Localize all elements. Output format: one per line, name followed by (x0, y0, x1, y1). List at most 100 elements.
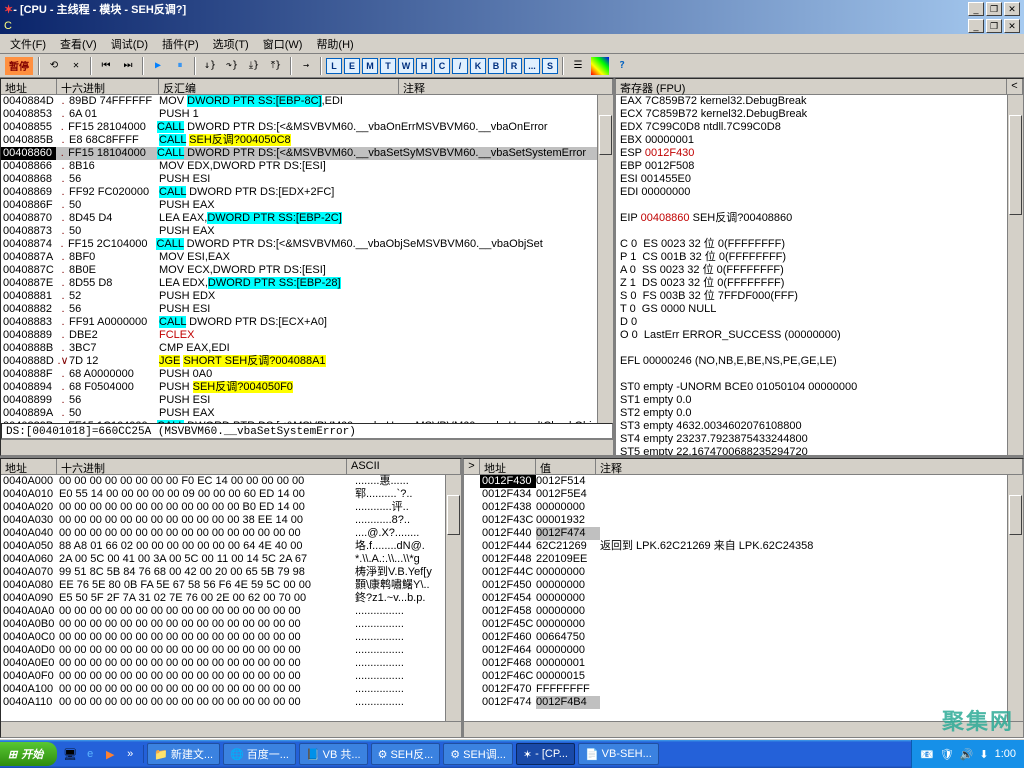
run-button[interactable]: ▶ (148, 56, 168, 76)
disasm-row[interactable]: 00408894.68 F0504000PUSH SEH反调?004050F0 (1, 381, 613, 394)
menu-help[interactable]: 帮助(H) (310, 34, 359, 54)
disasm-row[interactable]: 0040884D.89BD 74FFFFFFMOV DWORD PTR SS:[… (1, 95, 613, 108)
register-line[interactable]: A 0 SS 0023 32 位 0(FFFFFFFF) (616, 264, 1023, 277)
hex-row[interactable]: 0040A05088 A8 01 66 02 00 00 00 00 00 00… (1, 540, 461, 553)
hex-row[interactable]: 0040A010E0 55 14 00 00 00 00 00 09 00 00… (1, 488, 461, 501)
stack-row[interactable]: 0012F44C00000000 (464, 566, 1023, 579)
stack-row[interactable]: 0012F46C00000015 (464, 670, 1023, 683)
taskbar-item[interactable]: 🌐百度一... (223, 743, 296, 765)
hex-row[interactable]: 0040A080EE 76 5E 80 0B FA 5E 67 58 56 F6… (1, 579, 461, 592)
options-button[interactable]: ☰ (568, 56, 588, 76)
disasm-row[interactable]: 00408869.FF92 FC020000CALL DWORD PTR DS:… (1, 186, 613, 199)
stack-pane[interactable]: > 地址 值 注释 0012F4300012F5140012F4340012F5… (462, 458, 1024, 738)
disasm-row[interactable]: 0040887A.8BF0MOV ESI,EAX (1, 251, 613, 264)
hex-row[interactable]: 0040A04000 00 00 00 00 00 00 00 00 00 00… (1, 527, 461, 540)
hex-row[interactable]: 0040A00000 00 00 00 00 00 00 00 F0 EC 14… (1, 475, 461, 488)
disasm-row[interactable]: 00408868.56PUSH ESI (1, 173, 613, 186)
close-prog-button[interactable]: ✕ (66, 56, 86, 76)
taskbar-item[interactable]: ⚙SEH反... (371, 743, 441, 765)
disasm-row[interactable]: 0040887C.8B0EMOV ECX,DWORD PTR DS:[ESI] (1, 264, 613, 277)
hex-hscroll[interactable] (1, 721, 461, 737)
register-line[interactable]: ECX 7C859B72 kernel32.DebugBreak (616, 108, 1023, 121)
trace-button[interactable]: ⤓} (244, 56, 264, 76)
mdi-restore-button[interactable]: ❐ (986, 19, 1002, 33)
stack-row[interactable]: 0012F46000664750 (464, 631, 1023, 644)
disasm-row[interactable]: 0040888B.3BC7CMP EAX,EDI (1, 342, 613, 355)
registers-toggle[interactable]: < (1007, 79, 1023, 94)
letter-button-k[interactable]: K (470, 58, 486, 74)
taskbar-item[interactable]: 📘VB 共... (299, 743, 368, 765)
disasm-row[interactable]: 00408855.FF15 28104000CALL DWORD PTR DS:… (1, 121, 613, 134)
letter-button-e[interactable]: E (344, 58, 360, 74)
taskbar-item[interactable]: 📄VB-SEH... (578, 743, 659, 765)
appearance-button[interactable] (590, 56, 610, 76)
mdi-minimize-button[interactable]: _ (968, 19, 984, 33)
stack-row[interactable]: 0012F45400000000 (464, 592, 1023, 605)
letter-button-c[interactable]: C (434, 58, 450, 74)
close-button[interactable]: ✕ (1004, 2, 1020, 16)
menu-options[interactable]: 选项(T) (207, 34, 255, 54)
letter-button-r[interactable]: R (506, 58, 522, 74)
register-line[interactable] (616, 199, 1023, 212)
hex-scrollbar[interactable] (445, 475, 461, 721)
disasm-row[interactable]: 00408883.FF91 A0000000CALL DWORD PTR DS:… (1, 316, 613, 329)
stack-row[interactable]: 0012F44462C21269返回到 LPK.62C21269 来自 LPK.… (464, 540, 1023, 553)
ql-ie-icon[interactable]: e (81, 745, 99, 763)
register-line[interactable]: ST0 empty -UNORM BCE0 01050104 00000000 (616, 381, 1023, 394)
register-line[interactable]: ST1 empty 0.0 (616, 394, 1023, 407)
stack-row[interactable]: 0012F4340012F5E4 (464, 488, 1023, 501)
stack-row[interactable]: 0012F448220109EE (464, 553, 1023, 566)
tray-clock[interactable]: 1:00 (995, 748, 1016, 760)
disasm-scrollbar[interactable] (597, 95, 613, 423)
register-line[interactable]: O 0 LastErr ERROR_SUCCESS (00000000) (616, 329, 1023, 342)
register-line[interactable] (616, 225, 1023, 238)
menu-view[interactable]: 查看(V) (54, 34, 103, 54)
ql-player-icon[interactable]: ▶ (101, 745, 119, 763)
register-line[interactable]: ESP 0012F430 (616, 147, 1023, 160)
hex-row[interactable]: 0040A0A000 00 00 00 00 00 00 00 00 00 00… (1, 605, 461, 618)
stack-row[interactable]: 0012F45000000000 (464, 579, 1023, 592)
hex-row[interactable]: 0040A0602A 00 5C 00 41 00 3A 00 5C 00 11… (1, 553, 461, 566)
disasm-row[interactable]: 0040887E.8D55 D8LEA EDX,DWORD PTR SS:[EB… (1, 277, 613, 290)
registers-title[interactable]: 寄存器 (FPU) (616, 79, 1007, 94)
stepover-button[interactable]: ↷} (222, 56, 242, 76)
hex-row[interactable]: 0040A0C000 00 00 00 00 00 00 00 00 00 00… (1, 631, 461, 644)
col-disasm[interactable]: 反汇编 (159, 79, 399, 94)
stack-row[interactable]: 0012F4400012F474 (464, 527, 1023, 540)
minimize-button[interactable]: _ (968, 2, 984, 16)
tray-icon[interactable]: 📧 (920, 748, 934, 761)
hexdump-pane[interactable]: 地址 十六进制 ASCII 0040A00000 00 00 00 00 00 … (0, 458, 462, 738)
hex-row[interactable]: 0040A0B000 00 00 00 00 00 00 00 00 00 00… (1, 618, 461, 631)
restart-button[interactable]: ⟲ (44, 56, 64, 76)
disasm-row[interactable]: 00408874.FF15 2C104000CALL DWORD PTR DS:… (1, 238, 613, 251)
hex-row[interactable]: 0040A0F000 00 00 00 00 00 00 00 00 00 00… (1, 670, 461, 683)
register-line[interactable]: EBX 00000001 (616, 134, 1023, 147)
stack-row[interactable]: 0012F4300012F514 (464, 475, 1023, 488)
start-button[interactable]: ⊞ 开始 (0, 742, 57, 766)
register-line[interactable] (616, 342, 1023, 355)
disasm-row[interactable]: 0040889B.FF15 1C104000CALL DWORD PTR DS:… (1, 420, 613, 423)
register-line[interactable]: EAX 7C859B72 kernel32.DebugBreak (616, 95, 1023, 108)
tray-icon[interactable]: 🔊 (960, 748, 974, 761)
ql-desktop-icon[interactable]: 🖥 (61, 745, 79, 763)
register-line[interactable]: ST5 empty 22.1674700688235294720 (616, 446, 1023, 455)
stack-row[interactable]: 0012F43C00001932 (464, 514, 1023, 527)
stack-row[interactable]: 0012F45C00000000 (464, 618, 1023, 631)
letter-button-l[interactable]: L (326, 58, 342, 74)
disasm-row[interactable]: 00408853.6A 01PUSH 1 (1, 108, 613, 121)
registers-pane[interactable]: 寄存器 (FPU) < EAX 7C859B72 kernel32.DebugB… (614, 78, 1024, 456)
register-line[interactable]: C 0 ES 0023 32 位 0(FFFFFFFF) (616, 238, 1023, 251)
register-line[interactable]: EDX 7C99C0D8 ntdll.7C99C0D8 (616, 121, 1023, 134)
hex-row[interactable]: 0040A0D000 00 00 00 00 00 00 00 00 00 00… (1, 644, 461, 657)
disasm-row[interactable]: 00408870.8D45 D4LEA EAX,DWORD PTR SS:[EB… (1, 212, 613, 225)
system-tray[interactable]: 📧 🛡 🔊 ⬇ 1:00 (911, 740, 1024, 768)
tillret-button[interactable]: ⤒} (266, 56, 286, 76)
disasm-row[interactable]: 00408889.DBE2FCLEX (1, 329, 613, 342)
stack-row[interactable]: 0012F46400000000 (464, 644, 1023, 657)
letter-button-b[interactable]: B (488, 58, 504, 74)
tray-icon[interactable]: ⬇ (979, 748, 988, 761)
register-line[interactable]: D 0 (616, 316, 1023, 329)
disasm-row[interactable]: 0040886F.50PUSH EAX (1, 199, 613, 212)
hex-row[interactable]: 0040A090E5 50 5F 2F 7A 31 02 7E 76 00 2E… (1, 592, 461, 605)
taskbar-item[interactable]: ✶- [CP... (516, 743, 575, 765)
